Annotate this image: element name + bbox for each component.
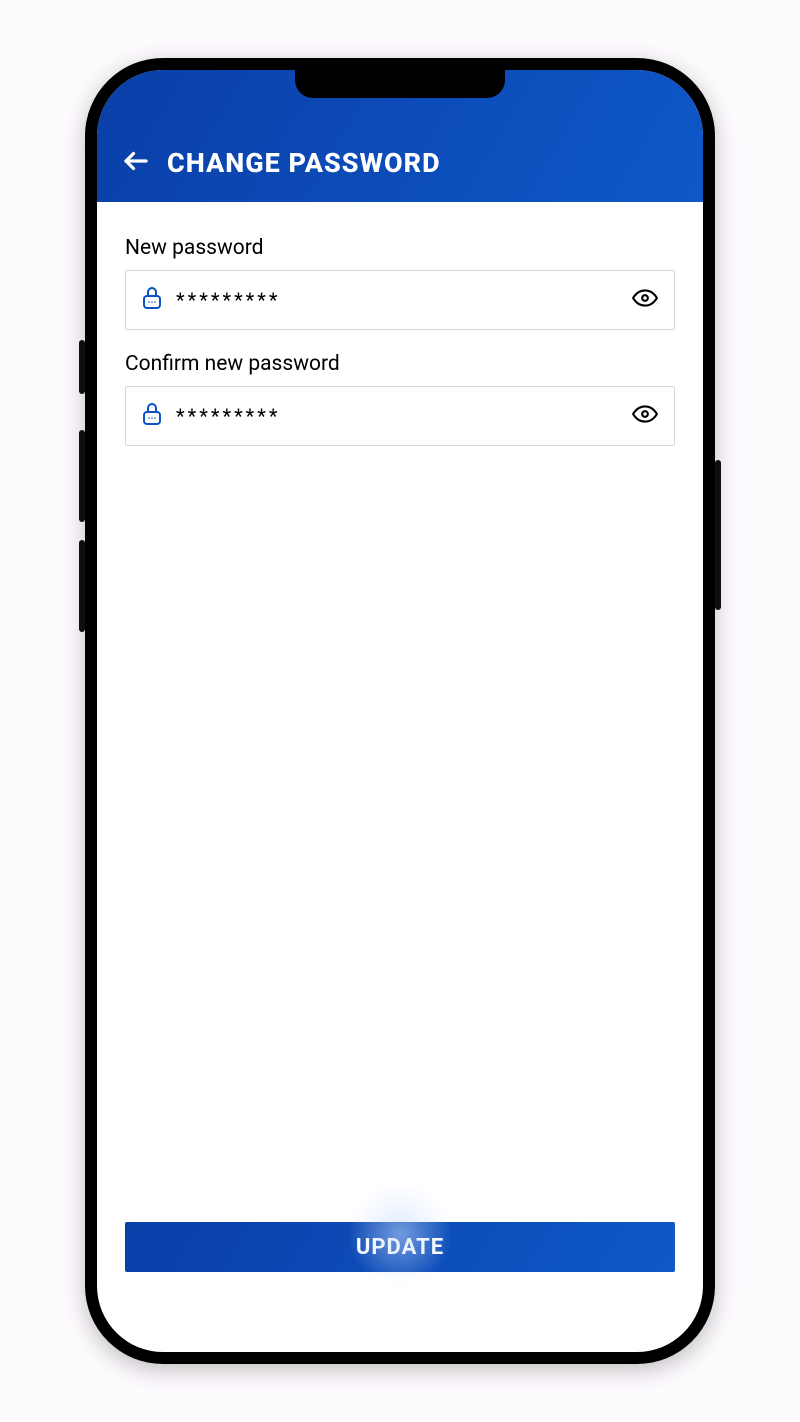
phone-side-button: [715, 460, 721, 610]
eye-icon: [632, 289, 658, 311]
new-password-label: New password: [125, 236, 675, 260]
toggle-visibility-new[interactable]: [630, 285, 660, 315]
update-button[interactable]: UPDATE: [125, 1222, 675, 1272]
confirm-password-field[interactable]: [125, 386, 675, 446]
update-button-label: UPDATE: [356, 1235, 444, 1260]
confirm-password-group: Confirm new password: [125, 352, 675, 446]
confirm-password-input[interactable]: [174, 403, 620, 429]
lock-icon: [140, 400, 164, 432]
app-header: CHANGE PASSWORD: [97, 70, 703, 202]
new-password-group: New password: [125, 236, 675, 330]
confirm-password-label: Confirm new password: [125, 352, 675, 376]
phone-frame: CHANGE PASSWORD New password: [85, 58, 715, 1364]
back-button[interactable]: [119, 146, 153, 180]
toggle-visibility-confirm[interactable]: [630, 401, 660, 431]
phone-screen: CHANGE PASSWORD New password: [97, 70, 703, 1352]
footer-area: UPDATE: [97, 1222, 703, 1352]
page-title: CHANGE PASSWORD: [167, 146, 441, 180]
arrow-left-icon: [121, 146, 151, 180]
new-password-input[interactable]: [174, 287, 620, 313]
stage: CHANGE PASSWORD New password: [0, 0, 800, 1422]
form-body: New password: [97, 202, 703, 1222]
eye-icon: [632, 405, 658, 427]
new-password-field[interactable]: [125, 270, 675, 330]
lock-icon: [140, 284, 164, 316]
